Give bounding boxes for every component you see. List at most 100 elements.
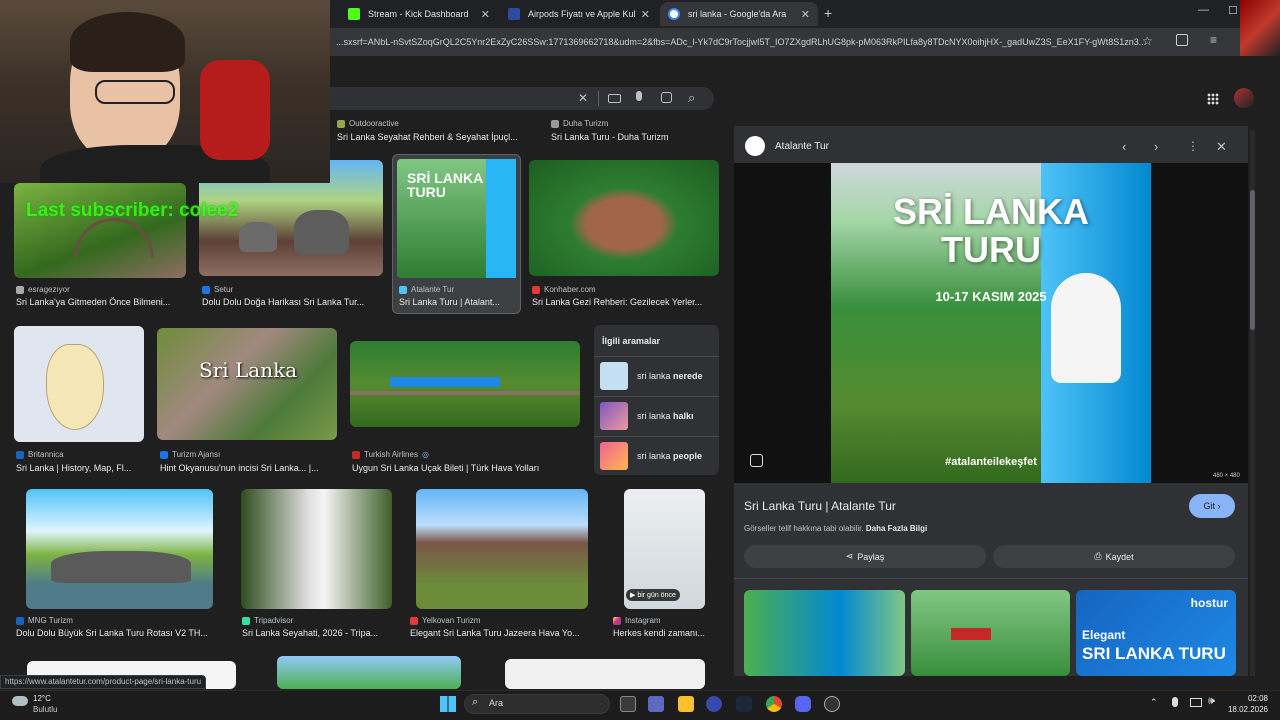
file-explorer-icon[interactable] bbox=[678, 696, 694, 712]
result-title[interactable]: Dolu Dolu Doğa Harikası Sri Lanka Tur... bbox=[202, 297, 382, 307]
result-image[interactable] bbox=[505, 659, 705, 689]
app-icon[interactable] bbox=[706, 696, 722, 712]
related-image[interactable] bbox=[744, 590, 905, 676]
tab-kick-dashboard[interactable]: Stream - Kick Dashboard ✕ bbox=[340, 2, 498, 26]
save-button[interactable]: ⎙ Kaydet bbox=[993, 545, 1235, 568]
network-icon[interactable] bbox=[1190, 698, 1202, 707]
windows-start-icon[interactable] bbox=[440, 696, 456, 712]
weather-temp[interactable]: 12°C bbox=[33, 694, 51, 703]
apps-grid-icon[interactable] bbox=[1207, 93, 1219, 105]
related-item[interactable]: sri lanka nerede bbox=[637, 371, 703, 381]
close-icon[interactable]: ✕ bbox=[1216, 139, 1227, 155]
result-title[interactable]: Sri Lanka Seyahat Rehberi & Seyahat İpuç… bbox=[337, 132, 532, 142]
task-view-icon[interactable] bbox=[620, 696, 636, 712]
taskbar-search[interactable] bbox=[464, 694, 610, 714]
status-url: https://www.atalantetur.com/product-page… bbox=[0, 675, 207, 689]
widgets-icon[interactable] bbox=[648, 696, 664, 712]
app-icon[interactable] bbox=[824, 696, 840, 712]
avatar[interactable] bbox=[1234, 88, 1254, 108]
weather-text[interactable]: Bulutlu bbox=[33, 705, 57, 714]
share-icon: ⋖ bbox=[845, 551, 854, 561]
search-input[interactable] bbox=[280, 87, 714, 110]
share-button[interactable]: ⋖ Paylaş bbox=[744, 545, 986, 568]
related-thumb[interactable] bbox=[600, 402, 628, 430]
microphone-icon[interactable] bbox=[636, 91, 642, 101]
related-heading: İlgili aramalar bbox=[602, 336, 661, 346]
related-thumb[interactable] bbox=[600, 362, 628, 390]
result-image[interactable] bbox=[241, 489, 392, 609]
scrollbar-thumb[interactable] bbox=[1250, 190, 1255, 330]
related-item[interactable]: sri lanka halkı bbox=[637, 411, 694, 421]
result-title[interactable]: Hint Okyanusu'nun incisi Sri Lanka... |.… bbox=[160, 463, 335, 473]
tab-label: Stream - Kick Dashboard bbox=[368, 9, 469, 19]
result-title[interactable]: Sri Lanka Seyahati, 2026 - Tripa... bbox=[242, 628, 392, 638]
preview-image[interactable]: SRİ LANKA TURU 10-17 KASIM 2025 #atalant… bbox=[831, 163, 1151, 483]
result-source: MNG Turizm bbox=[16, 616, 73, 625]
result-title[interactable]: Uygun Sri Lanka Uçak Bileti | Türk Hava … bbox=[352, 463, 582, 473]
clock-date[interactable]: 18.02.2026 bbox=[1220, 705, 1268, 714]
result-title[interactable]: Sri Lanka | History, Map, Fl... bbox=[16, 463, 144, 473]
result-title[interactable]: Dolu Dolu Büyük Sri Lanka Turu Rotası V2… bbox=[16, 628, 226, 638]
close-icon[interactable]: ✕ bbox=[641, 8, 650, 21]
tab-airpods[interactable]: Airpods Fiyatı ve Apple Kulaklık ✕ bbox=[500, 2, 658, 26]
close-icon[interactable]: ✕ bbox=[481, 8, 490, 21]
steam-icon[interactable] bbox=[736, 696, 752, 712]
bookmark-star-icon[interactable]: ☆ bbox=[1142, 34, 1153, 48]
keyboard-icon[interactable] bbox=[608, 94, 621, 103]
lens-icon[interactable] bbox=[661, 92, 672, 103]
result-image[interactable] bbox=[416, 489, 588, 609]
visit-button[interactable]: Git › bbox=[1189, 494, 1235, 518]
related-text: SRI LANKA TURU bbox=[1082, 644, 1226, 663]
result-image[interactable] bbox=[277, 656, 461, 689]
result-image[interactable] bbox=[529, 160, 719, 276]
result-image[interactable]: Sri Lanka bbox=[157, 328, 337, 440]
panel-source[interactable]: Atalante Tur bbox=[775, 141, 829, 152]
bookmark-icon: ⎙ bbox=[1094, 551, 1102, 561]
more-options-icon[interactable]: ⋮ bbox=[1187, 139, 1199, 153]
chevron-up-icon[interactable]: ⌃ bbox=[1150, 697, 1158, 708]
chrome-icon[interactable] bbox=[766, 696, 782, 712]
volume-icon[interactable]: 🕪 bbox=[1208, 695, 1215, 708]
clock-time[interactable]: 02:08 bbox=[1228, 694, 1268, 703]
url-text[interactable]: ...sxsrf=ANbL-nSvtSZoqGrQL2C5Ynr2ExZyC26… bbox=[336, 37, 1146, 47]
tab-label: sri lanka - Google'da Ara bbox=[688, 9, 787, 19]
result-image[interactable] bbox=[26, 489, 213, 609]
menu-icon[interactable]: ≡ bbox=[1210, 33, 1217, 47]
new-tab-button[interactable]: + bbox=[824, 5, 832, 21]
panel-title[interactable]: Sri Lanka Turu | Atalante Tur bbox=[744, 499, 896, 513]
related-image[interactable]: hostur Elegant SRI LANKA TURU bbox=[1076, 590, 1236, 676]
prev-icon[interactable]: ‹ bbox=[1122, 139, 1126, 154]
tab-label: Airpods Fiyatı ve Apple Kulaklık bbox=[528, 9, 635, 19]
close-icon[interactable]: ✕ bbox=[801, 8, 810, 21]
result-title[interactable]: Sri Lanka Gezi Rehberi: Gezilecek Yerler… bbox=[532, 297, 720, 307]
kick-icon bbox=[348, 8, 360, 20]
related-thumb[interactable] bbox=[600, 442, 628, 470]
next-icon[interactable]: › bbox=[1154, 139, 1158, 154]
tab-google-search[interactable]: sri lanka - Google'da Ara ✕ bbox=[660, 2, 818, 26]
result-image[interactable] bbox=[350, 341, 580, 427]
minimize-icon[interactable]: — bbox=[1198, 4, 1209, 16]
result-title[interactable]: Sri Lanka Turu | Atalant... bbox=[399, 297, 517, 307]
result-title[interactable]: Herkes kendi zamanı... bbox=[613, 628, 713, 638]
extensions-icon[interactable] bbox=[1176, 34, 1188, 46]
result-image[interactable] bbox=[14, 183, 186, 278]
result-title[interactable]: Sri Lanka Turu - Duha Turizm bbox=[551, 132, 721, 142]
related-image[interactable] bbox=[911, 590, 1070, 676]
thumb-title: SRİ LANKA TURU bbox=[407, 170, 484, 200]
divider bbox=[594, 396, 719, 397]
result-title[interactable]: Elegant Sri Lanka Turu Jazeera Hava Yo..… bbox=[410, 628, 595, 638]
google-icon bbox=[668, 8, 680, 20]
result-image[interactable] bbox=[14, 326, 144, 442]
image-hashtag: #atalanteilekeşfet bbox=[945, 456, 1037, 468]
cloud-icon bbox=[12, 696, 28, 706]
microphone-icon[interactable] bbox=[1172, 697, 1178, 707]
discord-icon[interactable] bbox=[795, 696, 811, 712]
result-title[interactable]: Sri Lanka'ya Gitmeden Önce Bilmeni... bbox=[16, 297, 188, 307]
more-info-link[interactable]: Daha Fazla Bilgi bbox=[866, 524, 927, 533]
maximize-icon[interactable]: ☐ bbox=[1228, 4, 1238, 17]
clear-icon[interactable]: ✕ bbox=[578, 91, 588, 105]
lens-search-icon[interactable] bbox=[750, 454, 763, 467]
search-icon[interactable]: ⌕ bbox=[688, 90, 695, 106]
related-item[interactable]: sri lanka people bbox=[637, 451, 702, 461]
result-video[interactable]: ▶ bir gün önce bbox=[624, 489, 705, 609]
